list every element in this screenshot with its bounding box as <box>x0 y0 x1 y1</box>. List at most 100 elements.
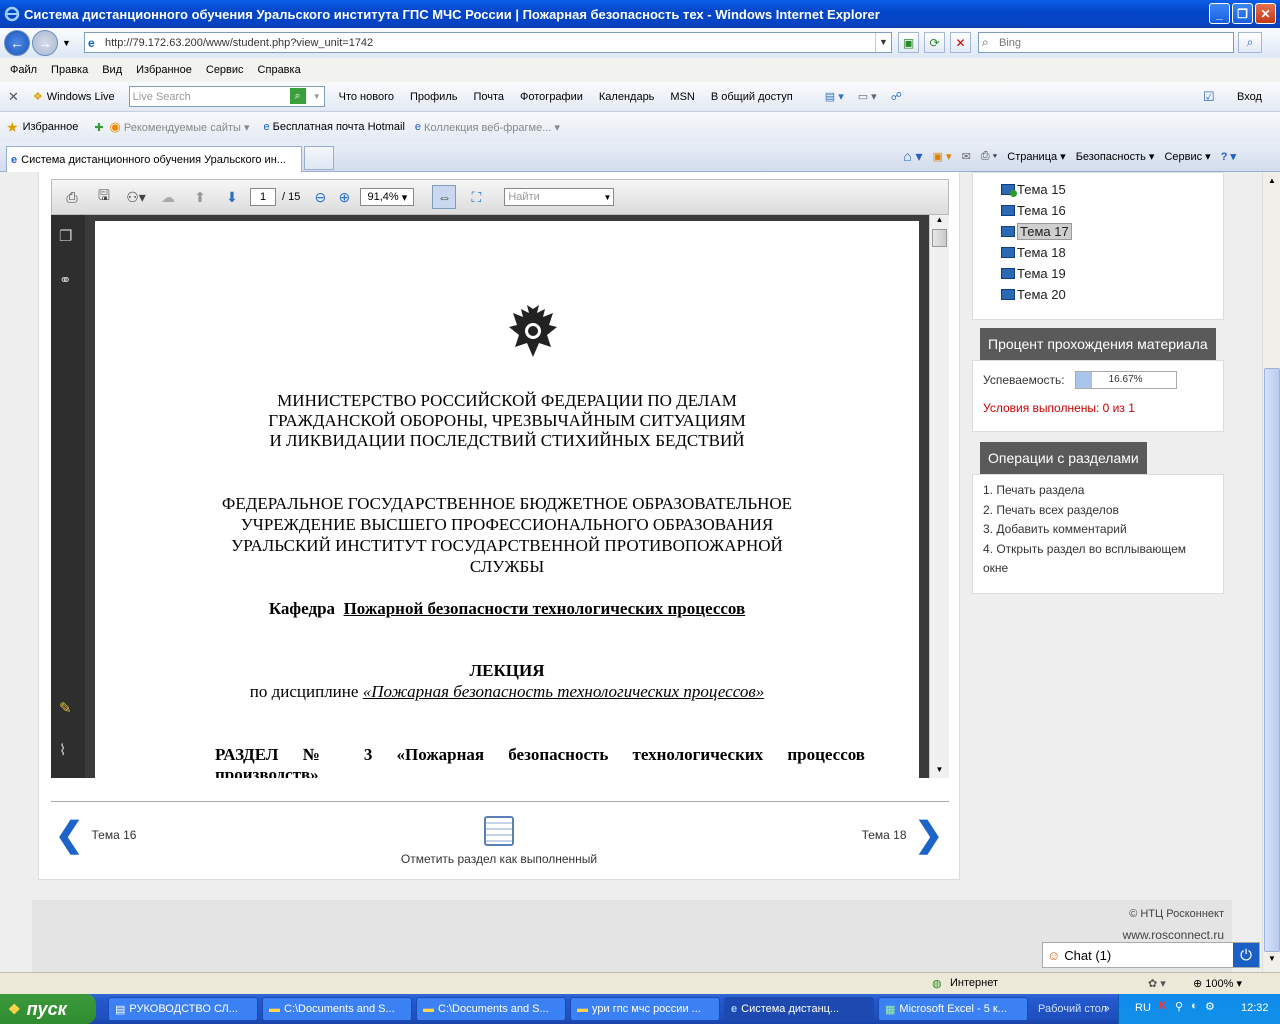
task-folder-2[interactable]: ▬ C:\Documents and S... <box>416 997 566 1021</box>
language-indicator[interactable]: RU <box>1135 1002 1151 1014</box>
pdf-scrollbar[interactable]: ▲ ▼ <box>929 215 949 778</box>
op-add-comment[interactable]: 3. Добавить комментарий <box>983 520 1213 540</box>
toolbar-people-icon[interactable]: ☍ <box>891 90 902 103</box>
topic-item-18[interactable]: Тема 18 <box>1001 242 1213 263</box>
print-icon[interactable]: ⎙ ▾ <box>981 150 997 163</box>
protected-mode-icon[interactable]: ✿ ▾ <box>1148 977 1166 990</box>
op-print-all[interactable]: 2. Печать всех разделов <box>983 501 1213 521</box>
address-bar[interactable]: e http://79.172.63.200/www/student.php?v… <box>84 32 892 53</box>
prev-topic-link[interactable]: ❮ Тема 16 <box>55 818 136 852</box>
suggested-sites-link[interactable]: Рекомендуемые сайты ▾ <box>124 121 250 134</box>
pdf-attachments-icon[interactable]: ⌇ <box>59 741 79 761</box>
cmd-safety[interactable]: Безопасность ▾ <box>1076 150 1155 163</box>
address-dropdown-icon[interactable]: ▼ <box>875 33 891 52</box>
pdf-scroll-thumb[interactable] <box>932 229 947 247</box>
pdf-print-icon[interactable]: ⎙ <box>60 185 84 209</box>
search-input[interactable]: ⌕ Bing <box>978 32 1234 53</box>
menu-tools[interactable]: Сервис <box>206 64 244 76</box>
volume-icon[interactable]: ◐ <box>1191 1000 1198 1012</box>
home-icon[interactable]: ⌂ ▾ <box>903 148 922 165</box>
toolbar-window-icon[interactable]: ▭ ▾ <box>858 90 877 103</box>
feeds-icon[interactable]: ▣ ▾ <box>933 150 952 163</box>
cmd-page[interactable]: Страница ▾ <box>1007 150 1065 163</box>
live-search-input[interactable]: Live Search ⌕ ▼ <box>128 86 325 107</box>
task-ie[interactable]: e Система дистанц... <box>724 997 874 1021</box>
desktop-toolbar[interactable]: Рабочий стол <box>1038 1003 1107 1015</box>
footer-site[interactable]: www.rosconnect.ru <box>40 928 1224 942</box>
page-scroll-up-icon[interactable]: ▲ <box>1264 176 1280 190</box>
task-folder-1[interactable]: ▬ C:\Documents and S... <box>262 997 412 1021</box>
live-search-dropdown-icon[interactable]: ▼ <box>313 92 321 101</box>
favorites-button[interactable]: Избранное <box>23 121 79 133</box>
read-mail-icon[interactable]: ✉ <box>962 150 971 163</box>
toolbar-calendar[interactable]: Календарь <box>599 91 655 103</box>
search-button[interactable]: ⌕ <box>1238 32 1262 53</box>
pdf-viewport[interactable]: МИНИСТЕРСТВО РОССИЙСКОЙ ФЕДЕРАЦИИ ПО ДЕЛ… <box>85 215 929 778</box>
op-print-section[interactable]: 1. Печать раздела <box>983 481 1213 501</box>
task-word[interactable]: ▤ РУКОВОДСТВО СЛ... <box>108 997 258 1021</box>
hotmail-link[interactable]: Бесплатная почта Hotmail <box>273 121 405 133</box>
start-button[interactable]: ❖ пуск <box>0 994 96 1024</box>
maximize-button[interactable]: ❐ <box>1232 3 1253 24</box>
pdf-pages-icon[interactable]: ❐ <box>59 227 79 247</box>
topic-item-17[interactable]: Тема 17 <box>1001 221 1213 242</box>
toolbar-signin[interactable]: Вход <box>1237 91 1262 103</box>
add-favorite-icon[interactable]: ✚ <box>94 121 103 134</box>
menu-file[interactable]: Файл <box>10 64 37 76</box>
toolbar-whats-new[interactable]: Что нового <box>339 91 394 103</box>
live-search-go-icon[interactable]: ⌕ <box>289 88 306 104</box>
pdf-fit-page-icon[interactable]: ⛶ <box>464 185 488 209</box>
compatibility-icon[interactable]: ▣ <box>898 32 919 53</box>
pdf-search-icon[interactable]: ⚭ <box>59 271 79 291</box>
clock[interactable]: 12:32 <box>1241 1002 1269 1014</box>
menu-edit[interactable]: Правка <box>51 64 88 76</box>
page-scroll-down-icon[interactable]: ▼ <box>1264 954 1280 968</box>
menu-favorites[interactable]: Избранное <box>136 64 192 76</box>
task-excel[interactable]: ▦ Microsoft Excel - 5 к... <box>878 997 1028 1021</box>
pdf-scroll-down-icon[interactable]: ▼ <box>932 765 947 778</box>
back-button[interactable]: ← <box>4 30 30 56</box>
new-tab-button[interactable] <box>304 146 334 170</box>
help-icon[interactable]: ? ▾ <box>1221 150 1236 163</box>
windows-live-brand[interactable]: Windows Live <box>47 91 115 103</box>
pdf-page-input[interactable]: 1 <box>250 188 276 206</box>
mark-complete-button[interactable]: Отметить раздел как выполненный <box>379 816 619 866</box>
pdf-next-page-icon[interactable]: ⬇ <box>220 185 244 209</box>
task-folder-3[interactable]: ▬ ури гпс мчс россии ... <box>570 997 720 1021</box>
chat-widget[interactable]: ☺ Chat (1) ⏻ <box>1042 942 1260 968</box>
pdf-comments-icon[interactable]: ✎ <box>59 699 79 719</box>
topic-item-20[interactable]: Тема 20 <box>1001 284 1213 305</box>
pdf-share-icon[interactable]: ⚇▾ <box>124 185 148 209</box>
topic-item-16[interactable]: Тема 16 <box>1001 200 1213 221</box>
next-topic-link[interactable]: Тема 18 ❯ <box>862 818 943 852</box>
pdf-save-icon[interactable]: 🖫 <box>92 185 116 209</box>
menu-help[interactable]: Справка <box>258 64 301 76</box>
pdf-zoom-select[interactable]: 91,4% ▾ <box>360 188 415 206</box>
page-scroll-thumb[interactable] <box>1264 368 1280 952</box>
pdf-fit-width-icon[interactable]: ⇔ <box>432 185 457 209</box>
tray-misc-icon[interactable]: ⚙ <box>1205 1000 1215 1013</box>
status-zoom[interactable]: ⊕ 100% ▾ <box>1193 977 1242 990</box>
toolbar-highlight-icon[interactable]: ▤ ▾ <box>825 90 844 103</box>
chat-power-icon[interactable]: ⏻ <box>1233 943 1259 967</box>
webslice-gallery-link[interactable]: Коллекция веб-фрагме... ▾ <box>424 121 560 134</box>
tab-active[interactable]: e Система дистанционного обучения Уральс… <box>6 146 302 172</box>
toolbar-msn[interactable]: MSN <box>670 91 694 103</box>
op-open-popup[interactable]: 4. Открыть раздел во всплывающем окне <box>983 540 1213 579</box>
history-dropdown-icon[interactable]: ▼ <box>62 38 71 48</box>
page-scrollbar[interactable]: ▲ ▼ <box>1262 172 1280 972</box>
minimize-button[interactable]: _ <box>1209 3 1230 24</box>
pdf-prev-page-icon[interactable]: ⬆ <box>188 185 212 209</box>
toolbar-profile[interactable]: Профиль <box>410 91 458 103</box>
toolbar-photos[interactable]: Фотографии <box>520 91 583 103</box>
cmd-tools[interactable]: Сервис ▾ <box>1164 150 1210 163</box>
close-button[interactable]: ✕ <box>1255 3 1276 24</box>
toolbar-mail[interactable]: Почта <box>473 91 504 103</box>
toolbar-share[interactable]: В общий доступ <box>711 91 793 103</box>
pdf-find-dropdown-icon[interactable]: ▼ <box>603 193 611 202</box>
network-icon[interactable]: ⚲ <box>1175 1000 1183 1013</box>
pdf-zoom-in-icon[interactable]: ⊕ <box>332 185 356 209</box>
topic-item-19[interactable]: Тема 19 <box>1001 263 1213 284</box>
pdf-zoom-out-icon[interactable]: ⊖ <box>308 185 332 209</box>
topic-item-15[interactable]: Тема 15 <box>1001 179 1213 200</box>
